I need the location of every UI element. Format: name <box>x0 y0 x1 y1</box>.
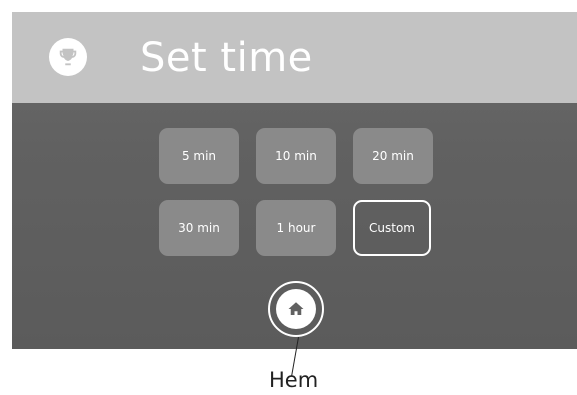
trophy-icon <box>49 38 87 76</box>
home-icon <box>276 289 316 329</box>
device-screen: Set time 5 min 10 min 20 min 30 min 1 ho… <box>12 12 577 349</box>
callout-label: Hem <box>269 368 319 392</box>
time-options-grid: 5 min 10 min 20 min 30 min 1 hour Custom <box>159 128 435 256</box>
time-custom-button[interactable]: Custom <box>353 200 431 256</box>
time-30min-button[interactable]: 30 min <box>159 200 239 256</box>
time-10min-button[interactable]: 10 min <box>256 128 336 184</box>
page-title: Set time <box>140 35 313 81</box>
header-bar: Set time <box>12 12 577 103</box>
home-button[interactable] <box>268 281 324 337</box>
time-1hour-button[interactable]: 1 hour <box>256 200 336 256</box>
time-5min-button[interactable]: 5 min <box>159 128 239 184</box>
time-20min-button[interactable]: 20 min <box>353 128 433 184</box>
